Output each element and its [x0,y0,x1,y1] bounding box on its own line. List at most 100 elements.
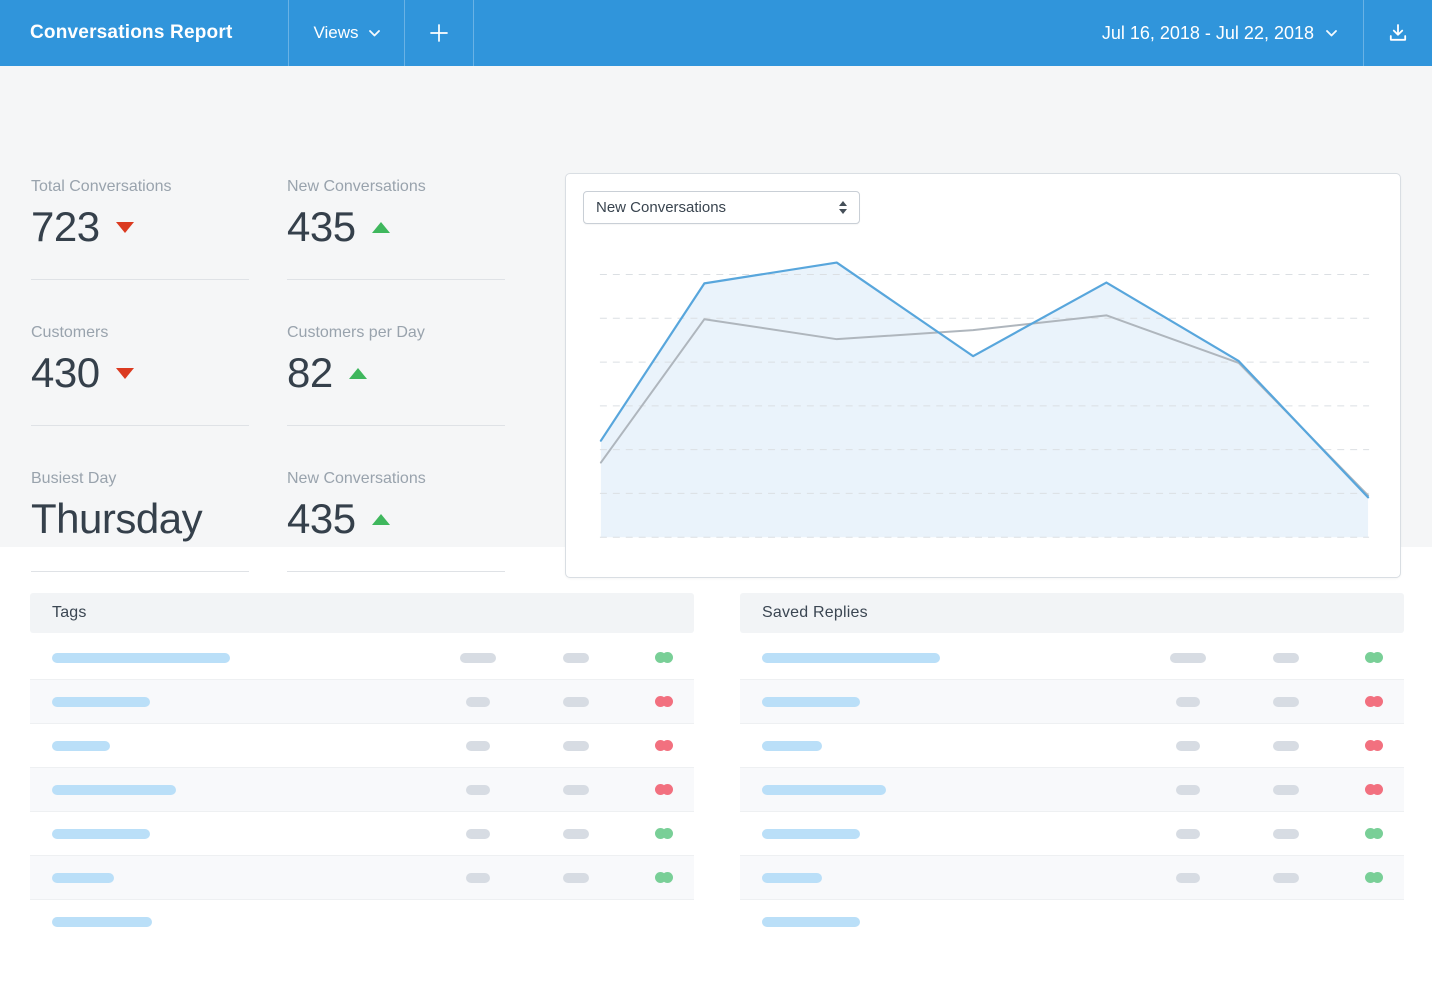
saved-replies-table-rows [740,636,1404,944]
stat-value: 82 [287,352,333,394]
item-link-placeholder[interactable] [762,697,860,707]
stat-total-conversations: Total Conversations 723 [31,170,249,280]
trend-up-icon [349,368,367,379]
trend-pill-red [655,740,673,751]
chevron-down-icon [1326,30,1337,37]
table-row [740,812,1404,856]
value-placeholder [1176,697,1200,707]
value-placeholder [1273,653,1299,663]
trend-up-icon [372,222,390,233]
item-link-placeholder[interactable] [52,741,110,751]
item-link-placeholder[interactable] [52,873,114,883]
item-link-placeholder[interactable] [762,653,940,663]
stat-value: 435 [287,498,356,540]
stat-label: Total Conversations [31,170,249,196]
stat-label: Customers [31,316,249,342]
item-link-placeholder[interactable] [762,829,860,839]
item-link-placeholder[interactable] [52,653,230,663]
trend-pill-green [1365,652,1383,663]
value-placeholder [563,653,589,663]
value-placeholder [466,741,490,751]
stat-customers: Customers 430 [31,316,249,426]
tags-table-rows [30,636,694,944]
value-placeholder [563,741,589,751]
value-placeholder [563,829,589,839]
table-row [740,856,1404,900]
stat-customers-per-day: Customers per Day 82 [287,316,505,426]
stat-value: Thursday [31,498,202,540]
value-placeholder [1176,873,1200,883]
download-icon [1386,21,1410,45]
value-placeholder [563,785,589,795]
views-menu-button[interactable]: Views [289,0,404,66]
value-placeholder [460,653,496,663]
value-placeholder [1176,741,1200,751]
item-link-placeholder[interactable] [762,917,860,927]
item-link-placeholder[interactable] [52,697,150,707]
item-link-placeholder[interactable] [762,785,886,795]
item-link-placeholder[interactable] [52,785,176,795]
trend-pill-green [655,652,673,663]
value-placeholder [1176,829,1200,839]
trend-pill-red [1365,696,1383,707]
trend-pill-red [655,696,673,707]
value-placeholder [1273,741,1299,751]
stat-label: New Conversations [287,170,505,196]
table-row [30,812,694,856]
download-button[interactable] [1364,0,1432,66]
table-row [740,724,1404,768]
value-placeholder [1273,873,1299,883]
stat-label: Customers per Day [287,316,505,342]
tags-table-title: Tags [30,593,694,633]
stat-label: Busiest Day [31,462,249,488]
tags-table: Tags [30,593,694,944]
table-row [740,768,1404,812]
topbar-spacer [474,0,1102,66]
table-row [740,636,1404,680]
chart-card: New Conversations [565,173,1401,578]
plus-icon [430,24,448,42]
summary-panel: Total Conversations 723 New Conversation… [0,66,1432,547]
trend-pill-red [1365,740,1383,751]
trend-pill-green [1365,828,1383,839]
add-view-button[interactable] [405,0,473,66]
value-placeholder [1176,785,1200,795]
stat-value: 435 [287,206,356,248]
trend-pill-red [655,784,673,795]
value-placeholder [466,873,490,883]
chevron-down-icon [369,30,380,37]
value-placeholder [563,873,589,883]
views-label: Views [313,23,358,43]
trend-pill-red [1365,784,1383,795]
value-placeholder [1170,653,1206,663]
value-placeholder [466,697,490,707]
table-row [30,680,694,724]
item-link-placeholder[interactable] [52,917,152,927]
table-row [740,680,1404,724]
item-link-placeholder[interactable] [52,829,150,839]
stat-value: 430 [31,352,100,394]
value-placeholder [1273,785,1299,795]
item-link-placeholder[interactable] [762,741,822,751]
trend-pill-green [655,828,673,839]
date-range-button[interactable]: Jul 16, 2018 - Jul 22, 2018 [1102,0,1363,66]
page-title: Conversations Report [0,0,288,66]
value-placeholder [466,829,490,839]
stat-label: New Conversations [287,462,505,488]
saved-replies-table-title: Saved Replies [740,593,1404,633]
table-row [30,636,694,680]
select-arrows-icon [839,201,847,214]
metric-select[interactable]: New Conversations [583,191,860,224]
table-row [30,724,694,768]
trend-down-icon [116,368,134,379]
item-link-placeholder[interactable] [762,873,822,883]
value-placeholder [1273,697,1299,707]
date-range-label: Jul 16, 2018 - Jul 22, 2018 [1102,23,1314,44]
table-row [30,768,694,812]
stat-busiest-day: Busiest Day Thursday [31,462,249,572]
metric-select-value: New Conversations [596,199,726,216]
table-row [740,900,1404,944]
value-placeholder [1273,829,1299,839]
stat-value: 723 [31,206,100,248]
top-bar: Conversations Report Views Jul 16, 2018 … [0,0,1432,66]
